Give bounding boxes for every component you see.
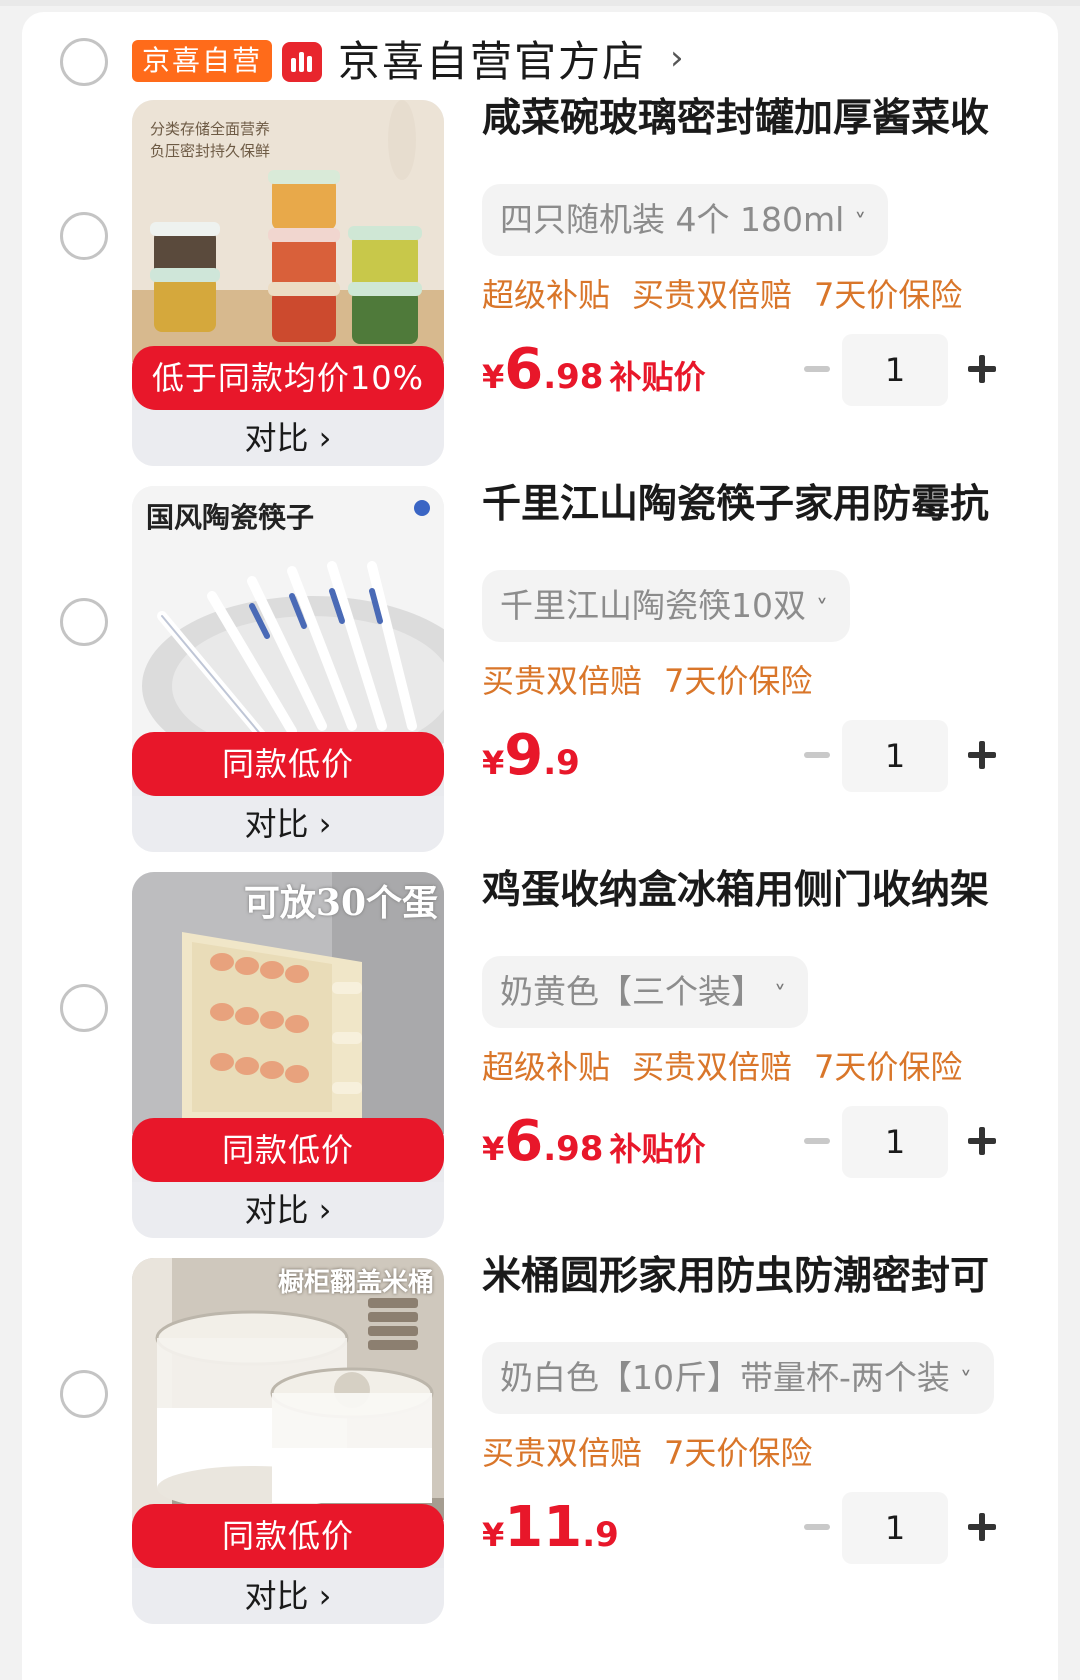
- tag-double-compensation: 买贵双倍赔: [632, 276, 793, 314]
- price-type-label: 补贴价: [609, 358, 706, 396]
- price-integer: 6: [504, 337, 544, 402]
- service-tags: 超级补贴 买贵双倍赔 7天价保险: [482, 1044, 984, 1090]
- price-compare-banner: 低于同款均价10%: [132, 346, 444, 410]
- product-price: ¥9.9: [482, 726, 586, 799]
- quantity-input[interactable]: 1: [842, 720, 948, 792]
- currency-symbol: ¥: [482, 744, 505, 782]
- top-edge: [0, 0, 1080, 6]
- store-tag-badge: 京喜自营: [132, 40, 273, 82]
- spec-selector[interactable]: 奶黄色【三个装】 ˅: [482, 956, 808, 1028]
- compare-link[interactable]: 对比 ›: [132, 410, 444, 466]
- spec-label: 四只随机装 4个 180ml: [500, 200, 845, 239]
- tag-price-protection: 7天价保险: [664, 1434, 813, 1472]
- price-compare-banner: 同款低价: [132, 1504, 444, 1568]
- tag-super-subsidy: 超级补贴: [482, 276, 611, 314]
- product-title[interactable]: 千里江山陶瓷筷子家用防霉抗: [482, 480, 1022, 530]
- image-caption: 可放30个蛋: [243, 882, 438, 924]
- service-tags: 超级补贴 买贵双倍赔 7天价保险: [482, 272, 984, 318]
- decrease-quantity-button[interactable]: [804, 1524, 830, 1530]
- currency-symbol: ¥: [482, 1516, 505, 1554]
- cart-store-card: 京喜自营 京喜自营官方店 › 分类存储全面营养 负压密封持久保鲜 低于同款均价1…: [22, 12, 1058, 1680]
- tag-double-compensation: 买贵双倍赔: [482, 1434, 643, 1472]
- price-integer: 9: [504, 723, 544, 788]
- price-integer: 11: [504, 1495, 583, 1560]
- product-title[interactable]: 鸡蛋收纳盒冰箱用侧门收纳架: [482, 866, 1022, 916]
- currency-symbol: ¥: [482, 1130, 505, 1168]
- product-title[interactable]: 米桶圆形家用防虫防潮密封可: [482, 1252, 1022, 1302]
- spec-label: 奶白色【10斤】带量杯-两个装: [500, 1358, 950, 1397]
- decrease-quantity-button[interactable]: [804, 1138, 830, 1144]
- currency-symbol: ¥: [482, 358, 505, 396]
- product-thumbnail[interactable]: 国风陶瓷筷子 同款低价 对比 ›: [132, 486, 444, 852]
- tag-double-compensation: 买贵双倍赔: [482, 662, 643, 700]
- spec-label: 奶黄色【三个装】: [500, 972, 764, 1011]
- chevron-down-icon: ˅: [816, 595, 828, 623]
- chevron-down-icon: ˅: [774, 981, 786, 1009]
- product-thumbnail[interactable]: 可放30个蛋 同款低价 对比 ›: [132, 872, 444, 1238]
- price-compare-banner: 同款低价: [132, 732, 444, 796]
- chevron-right-icon[interactable]: ›: [670, 38, 684, 78]
- item-select-radio[interactable]: [60, 598, 108, 646]
- cart-item: 橱柜翻盖米桶 同款低价 对比 › 米桶圆形家用防虫防潮密封可 奶白色【10斤】带…: [22, 1254, 1058, 1668]
- store-logo-icon: [282, 42, 322, 82]
- service-tags: 买贵双倍赔 7天价保险: [482, 658, 834, 704]
- increase-quantity-button[interactable]: [968, 355, 996, 383]
- tag-price-protection: 7天价保险: [664, 662, 813, 700]
- quantity-input[interactable]: 1: [842, 1492, 948, 1564]
- increase-quantity-button[interactable]: [968, 741, 996, 769]
- decrease-quantity-button[interactable]: [804, 366, 830, 372]
- compare-link[interactable]: 对比 ›: [132, 1568, 444, 1624]
- price-compare-banner: 同款低价: [132, 1118, 444, 1182]
- compare-link[interactable]: 对比 ›: [132, 796, 444, 852]
- spec-selector[interactable]: 奶白色【10斤】带量杯-两个装 ˅: [482, 1342, 994, 1414]
- product-price: ¥11.9: [482, 1498, 625, 1571]
- quantity-input[interactable]: 1: [842, 1106, 948, 1178]
- cart-item: 国风陶瓷筷子 同款低价 对比 › 千里江山陶瓷筷子家用防霉抗 千里江山陶瓷筷10…: [22, 482, 1058, 896]
- tag-price-protection: 7天价保险: [814, 276, 963, 314]
- cart-item: 分类存储全面营养 负压密封持久保鲜 低于同款均价10% 对比 › 咸菜碗玻璃密封…: [22, 96, 1058, 510]
- service-tags: 买贵双倍赔 7天价保险: [482, 1430, 834, 1476]
- product-price: ¥6.98 补贴价: [482, 1112, 705, 1185]
- price-decimal: .9: [582, 1515, 619, 1555]
- price-type-label: 补贴价: [609, 1130, 706, 1168]
- store-name[interactable]: 京喜自营官方店: [338, 34, 646, 90]
- price-integer: 6: [504, 1109, 544, 1174]
- product-price: ¥6.98 补贴价: [482, 340, 705, 413]
- product-thumbnail[interactable]: 橱柜翻盖米桶 同款低价 对比 ›: [132, 1258, 444, 1624]
- cart-item: 可放30个蛋 同款低价 对比 › 鸡蛋收纳盒冰箱用侧门收纳架 奶黄色【三个装】 ˅…: [22, 868, 1058, 1282]
- item-select-radio[interactable]: [60, 212, 108, 260]
- chevron-down-icon: ˅: [959, 1367, 972, 1395]
- image-caption: 分类存储全面营养 负压密封持久保鲜: [150, 120, 271, 160]
- price-decimal: .98: [543, 1129, 604, 1169]
- product-thumbnail[interactable]: 分类存储全面营养 负压密封持久保鲜 低于同款均价10% 对比 ›: [132, 100, 444, 466]
- chevron-down-icon: ˅: [854, 209, 867, 237]
- store-select-radio[interactable]: [60, 38, 108, 86]
- image-caption: 国风陶瓷筷子: [146, 501, 315, 534]
- image-caption: 橱柜翻盖米桶: [277, 1268, 434, 1298]
- price-decimal: .98: [543, 357, 604, 397]
- tag-double-compensation: 买贵双倍赔: [632, 1048, 793, 1086]
- product-title[interactable]: 咸菜碗玻璃密封罐加厚酱菜收: [482, 94, 1022, 144]
- quantity-input[interactable]: 1: [842, 334, 948, 406]
- item-select-radio[interactable]: [60, 1370, 108, 1418]
- increase-quantity-button[interactable]: [968, 1127, 996, 1155]
- spec-label: 千里江山陶瓷筷10双: [500, 586, 806, 625]
- increase-quantity-button[interactable]: [968, 1513, 996, 1541]
- spec-selector[interactable]: 四只随机装 4个 180ml ˅: [482, 184, 889, 256]
- tag-super-subsidy: 超级补贴: [482, 1048, 611, 1086]
- item-select-radio[interactable]: [60, 984, 108, 1032]
- decrease-quantity-button[interactable]: [804, 752, 830, 758]
- compare-link[interactable]: 对比 ›: [132, 1182, 444, 1238]
- spec-selector[interactable]: 千里江山陶瓷筷10双 ˅: [482, 570, 850, 642]
- tag-price-protection: 7天价保险: [814, 1048, 963, 1086]
- price-decimal: .9: [543, 743, 580, 783]
